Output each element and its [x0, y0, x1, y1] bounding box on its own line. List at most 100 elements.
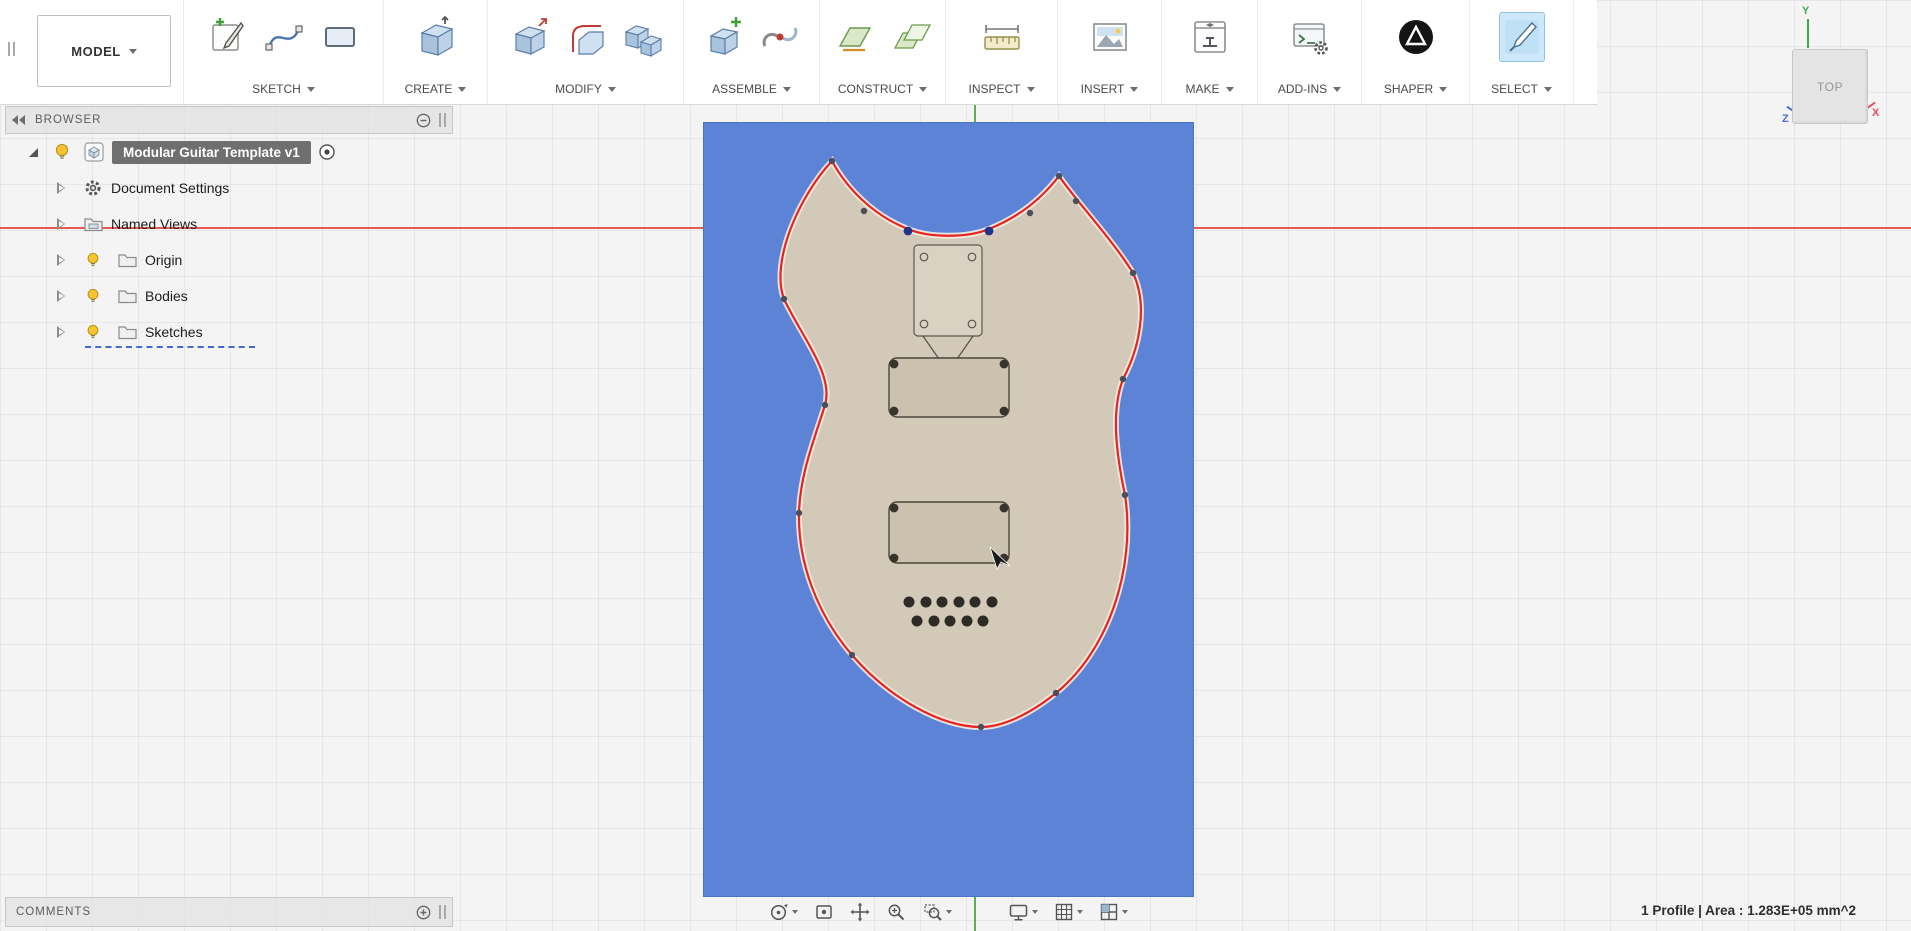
expand-closed-icon[interactable]: [57, 254, 65, 266]
browser-item-label[interactable]: Origin: [145, 252, 182, 268]
pan-icon[interactable]: [850, 902, 870, 922]
expand-comments-icon[interactable]: [416, 905, 431, 920]
browser-row-named-views[interactable]: Named Views: [5, 206, 453, 242]
toolbar-menu-insert[interactable]: INSERT: [1081, 79, 1139, 99]
visibility-bulb-icon[interactable]: [52, 142, 72, 162]
toolbar-menu-addins[interactable]: ADD-INS: [1278, 79, 1342, 99]
select-icon[interactable]: [1498, 12, 1545, 62]
viewcube-axis-x: X: [1872, 107, 1880, 119]
chevron-down-icon: [1122, 910, 1128, 914]
expand-closed-icon[interactable]: [57, 182, 65, 194]
display-settings-icon[interactable]: [1008, 902, 1038, 923]
joint-icon[interactable]: [757, 12, 803, 62]
browser-item-label[interactable]: Document Settings: [111, 180, 229, 196]
sketch-guitar-template[interactable]: [704, 123, 1193, 896]
shaper-utilities-icon[interactable]: [1393, 12, 1439, 62]
visibility-bulb-icon[interactable]: [83, 250, 103, 270]
toolbar-menu-sketch[interactable]: SKETCH: [252, 79, 315, 99]
pickup-cavity-bridge[interactable]: [888, 501, 1010, 564]
chevron-down-icon: [458, 86, 467, 92]
toolbar-group-modify: MODIFY: [488, 0, 684, 104]
toolbar-group-inspect: INSPECT: [946, 0, 1058, 104]
viewports-icon[interactable]: [1099, 902, 1128, 922]
look-at-icon[interactable]: [814, 902, 834, 922]
toolbar-menu-create[interactable]: CREATE: [405, 79, 467, 99]
drop-target-dashes: [85, 346, 255, 348]
scripts-addins-icon[interactable]: [1287, 12, 1333, 62]
toolbar-menu-inspect[interactable]: INSPECT: [968, 79, 1035, 99]
workspace-label: MODEL: [71, 43, 121, 59]
browser-row-bodies[interactable]: Bodies: [5, 278, 453, 314]
chevron-down-icon: [607, 86, 616, 92]
browser-row-document-settings[interactable]: Document Settings: [5, 170, 453, 206]
sketch-plane[interactable]: [703, 122, 1194, 897]
zoom-icon[interactable]: [886, 902, 906, 922]
toolbar-grip[interactable]: [8, 42, 15, 56]
plane-offset-icon[interactable]: [832, 12, 878, 62]
insert-image-icon[interactable]: [1087, 12, 1133, 62]
panel-grip[interactable]: [439, 905, 446, 919]
visibility-bulb-icon[interactable]: [83, 286, 103, 306]
toolbar-group-shaper: SHAPER: [1362, 0, 1470, 104]
chevron-down-icon: [1543, 86, 1552, 92]
workspace-switcher[interactable]: MODEL: [37, 15, 171, 87]
chevron-down-icon: [1225, 86, 1234, 92]
browser-item-label[interactable]: Named Views: [111, 216, 197, 232]
extrude-icon[interactable]: [413, 12, 459, 62]
zoom-window-icon[interactable]: [922, 902, 952, 923]
browser-row-sketches[interactable]: Sketches: [5, 314, 453, 350]
browser-item-label[interactable]: Bodies: [145, 288, 188, 304]
chevron-down-icon: [1439, 86, 1448, 92]
rectangle-icon[interactable]: [317, 12, 363, 62]
named-views-folder-icon: [83, 214, 103, 234]
toolbar-menu-assemble[interactable]: ASSEMBLE: [712, 79, 791, 99]
chevron-down-icon: [919, 86, 928, 92]
toolbar: MODEL SKETCH CREATE MODIFY ASSEMBLE CONS…: [0, 0, 1597, 105]
activate-component-radio-icon[interactable]: [317, 142, 337, 162]
viewcube[interactable]: Y Z X TOP: [1780, 5, 1902, 133]
spline-icon[interactable]: [261, 12, 307, 62]
3d-print-icon[interactable]: [1187, 12, 1233, 62]
orbit-icon[interactable]: [768, 902, 798, 923]
browser-row-origin[interactable]: Origin: [5, 242, 453, 278]
document-root-label[interactable]: Modular Guitar Template v1: [112, 140, 311, 164]
browser-panel: BROWSER Modular Guitar Template v1 Docum…: [5, 106, 453, 350]
selection-status: 1 Profile | Area : 1.283E+05 mm^2: [1641, 903, 1856, 918]
viewcube-axis-line-y: [1807, 19, 1809, 48]
toolbar-menu-modify[interactable]: MODIFY: [555, 79, 616, 99]
grid-display-icon[interactable]: [1054, 902, 1083, 922]
press-pull-icon[interactable]: [507, 12, 553, 62]
toolbar-group-sketch: SKETCH: [184, 0, 384, 104]
expand-closed-icon[interactable]: [57, 290, 65, 302]
create-sketch-icon[interactable]: [205, 12, 251, 62]
pickup-cavity-neck[interactable]: [888, 357, 1010, 418]
toolbar-menu-shaper[interactable]: SHAPER: [1384, 79, 1448, 99]
expand-closed-icon[interactable]: [57, 326, 65, 338]
folder-icon: [117, 250, 137, 270]
toolbar-menu-construct[interactable]: CONSTRUCT: [838, 79, 928, 99]
chevron-down-icon: [792, 910, 798, 914]
viewcube-axis-z: Z: [1782, 113, 1789, 125]
browser-row-root[interactable]: Modular Guitar Template v1: [5, 134, 453, 170]
visibility-bulb-icon[interactable]: [83, 322, 103, 342]
chevron-down-icon: [306, 86, 315, 92]
combine-icon[interactable]: [619, 12, 665, 62]
collapse-all-icon[interactable]: [416, 113, 431, 128]
expand-open-icon[interactable]: [29, 147, 38, 157]
toolbar-menu-select[interactable]: SELECT: [1491, 79, 1552, 99]
measure-icon[interactable]: [979, 12, 1025, 62]
toolbar-group-addins: ADD-INS: [1258, 0, 1362, 104]
comments-panel[interactable]: COMMENTS: [5, 897, 453, 927]
chevron-down-icon: [1077, 910, 1083, 914]
browser-item-label[interactable]: Sketches: [145, 324, 203, 340]
fillet-icon[interactable]: [563, 12, 609, 62]
viewcube-top-face[interactable]: TOP: [1792, 49, 1868, 124]
plane-angle-icon[interactable]: [888, 12, 934, 62]
toolbar-menu-make[interactable]: MAKE: [1185, 79, 1234, 99]
panel-grip[interactable]: [439, 113, 446, 127]
toolbar-group-make: MAKE: [1162, 0, 1258, 104]
expand-closed-icon[interactable]: [57, 218, 65, 230]
new-component-icon[interactable]: [701, 12, 747, 62]
collapse-panel-icon[interactable]: [12, 115, 25, 125]
toolbar-group-create: CREATE: [384, 0, 488, 104]
